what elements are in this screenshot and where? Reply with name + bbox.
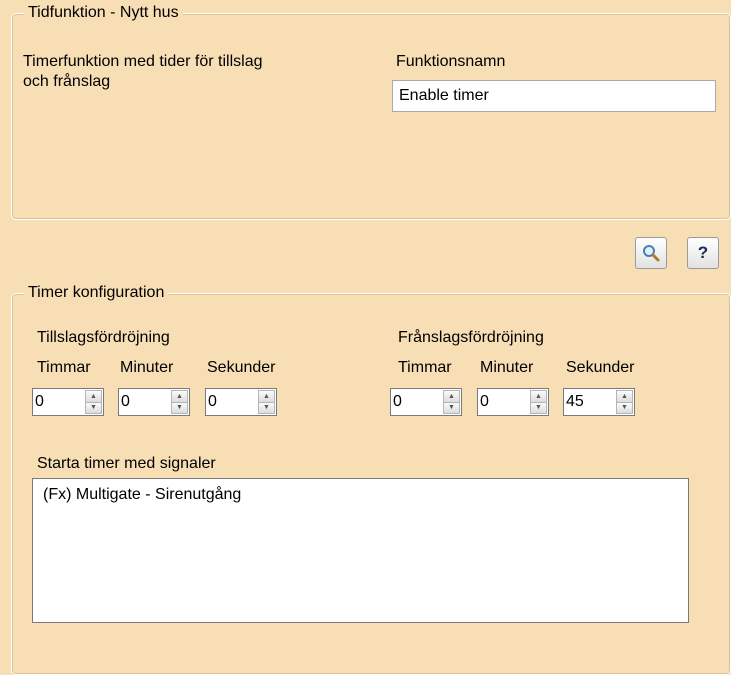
function-description-line2: och frånslag [23, 73, 111, 90]
off-delay-hours-value[interactable]: 0 [393, 392, 402, 412]
spin-up-icon[interactable]: ▲ [530, 390, 547, 403]
off-delay-minutes-label: Minuter [480, 359, 534, 376]
spin-up-icon[interactable]: ▲ [171, 390, 188, 403]
help-icon: ? [697, 243, 709, 262]
function-groupbox: Tidfunktion - Nytt hus [11, 3, 731, 220]
spin-down-icon[interactable]: ▼ [258, 402, 275, 414]
function-description-line1: Timerfunktion med tider för tillslag [23, 53, 263, 70]
off-delay-hours-label: Timmar [398, 359, 452, 376]
spin-down-icon[interactable]: ▼ [171, 402, 188, 414]
off-delay-title: Frånslagsfördröjning [398, 329, 544, 346]
signals-list-item[interactable]: (Fx) Multigate - Sirenutgång [43, 485, 241, 505]
off-delay-seconds-label: Sekunder [566, 359, 635, 376]
search-button[interactable] [635, 237, 667, 269]
function-name-label: Funktionsnamn [396, 53, 506, 70]
on-delay-hours-value[interactable]: 0 [35, 392, 44, 412]
spin-up-icon[interactable]: ▲ [443, 390, 460, 403]
on-delay-minutes-label: Minuter [120, 359, 174, 376]
on-delay-hours-spinner[interactable]: 0 ▲ ▼ [32, 388, 104, 416]
spin-down-icon[interactable]: ▼ [616, 402, 633, 414]
timer-config-legend: Timer konfiguration [24, 283, 169, 303]
on-delay-hours-label: Timmar [37, 359, 91, 376]
help-button[interactable]: ? [687, 237, 719, 269]
off-delay-seconds-value[interactable]: 45 [566, 392, 584, 412]
signals-label: Starta timer med signaler [37, 455, 216, 472]
signals-listbox[interactable]: (Fx) Multigate - Sirenutgång [32, 478, 689, 623]
on-delay-minutes-value[interactable]: 0 [121, 392, 130, 412]
off-delay-minutes-value[interactable]: 0 [480, 392, 489, 412]
spin-up-icon[interactable]: ▲ [85, 390, 102, 403]
spin-down-icon[interactable]: ▼ [443, 402, 460, 414]
function-group-legend: Tidfunktion - Nytt hus [24, 3, 183, 23]
spin-down-icon[interactable]: ▼ [85, 402, 102, 414]
spin-up-icon[interactable]: ▲ [616, 390, 633, 403]
magnifier-icon [641, 243, 661, 263]
on-delay-seconds-value[interactable]: 0 [208, 392, 217, 412]
function-name-input[interactable]: Enable timer [392, 80, 716, 112]
on-delay-title: Tillslagsfördröjning [37, 329, 170, 346]
off-delay-minutes-spinner[interactable]: 0 ▲ ▼ [477, 388, 549, 416]
off-delay-seconds-spinner[interactable]: 45 ▲ ▼ [563, 388, 635, 416]
on-delay-seconds-label: Sekunder [207, 359, 276, 376]
spin-up-icon[interactable]: ▲ [258, 390, 275, 403]
on-delay-seconds-spinner[interactable]: 0 ▲ ▼ [205, 388, 277, 416]
spin-down-icon[interactable]: ▼ [530, 402, 547, 414]
on-delay-minutes-spinner[interactable]: 0 ▲ ▼ [118, 388, 190, 416]
off-delay-hours-spinner[interactable]: 0 ▲ ▼ [390, 388, 462, 416]
